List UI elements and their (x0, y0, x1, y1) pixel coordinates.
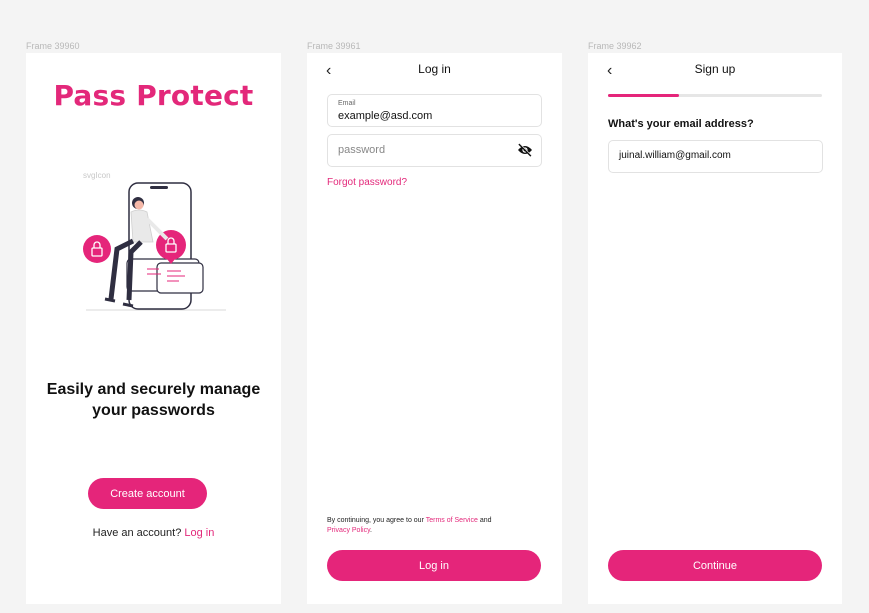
login-link[interactable]: Log in (184, 527, 214, 539)
eye-off-icon[interactable] (517, 143, 533, 157)
email-value: example@asd.com (338, 110, 433, 122)
terms-of-service-link[interactable]: Terms of Service (426, 517, 478, 524)
signup-email-field[interactable]: juinal.william@gmail.com (608, 140, 823, 173)
privacy-policy-link[interactable]: Privacy Policy (327, 527, 370, 534)
app-logo: Pass Protect (53, 79, 254, 112)
email-question: What's your email address? (608, 118, 754, 130)
tagline: Easily and securely manage your password… (26, 379, 281, 421)
have-account-text: Have an account? (92, 527, 182, 539)
continue-button[interactable]: Continue (608, 550, 822, 581)
password-field[interactable]: password (327, 134, 542, 167)
terms-and: and (479, 517, 492, 524)
create-account-button[interactable]: Create account (88, 478, 207, 509)
signup-screen: ‹ Sign up What's your email address? jui… (588, 53, 842, 604)
login-screen: ‹ Log in Email example@asd.com password … (307, 53, 562, 604)
login-button[interactable]: Log in (327, 550, 541, 581)
security-illustration (83, 182, 226, 311)
password-placeholder: password (338, 144, 386, 156)
terms-prefix: By continuing, you agree to our (327, 517, 424, 524)
tagline-line-2: your passwords (92, 402, 215, 419)
welcome-screen: Pass Protect svgIcon Easily and securely… (26, 53, 281, 604)
email-field[interactable]: Email example@asd.com (327, 94, 542, 127)
terms-text: By continuing, you agree to our Terms of… (327, 516, 542, 536)
tagline-line-1: Easily and securely manage (46, 381, 261, 398)
signup-email-value: juinal.william@gmail.com (619, 150, 731, 161)
have-account-row: Have an account? Log in (26, 527, 281, 539)
signup-progress-fill (608, 94, 679, 97)
frame-label-2: Frame 39961 (307, 41, 361, 51)
frame-label-1: Frame 39960 (26, 41, 80, 51)
email-label: Email (338, 100, 356, 107)
page-title: Sign up (694, 62, 736, 76)
frame-label-3: Frame 39962 (588, 41, 642, 51)
page-title: Log in (418, 62, 451, 76)
terms-suffix: . (370, 527, 372, 534)
forgot-password-link[interactable]: Forgot password? (327, 177, 407, 188)
signup-progress-bar (608, 94, 822, 97)
